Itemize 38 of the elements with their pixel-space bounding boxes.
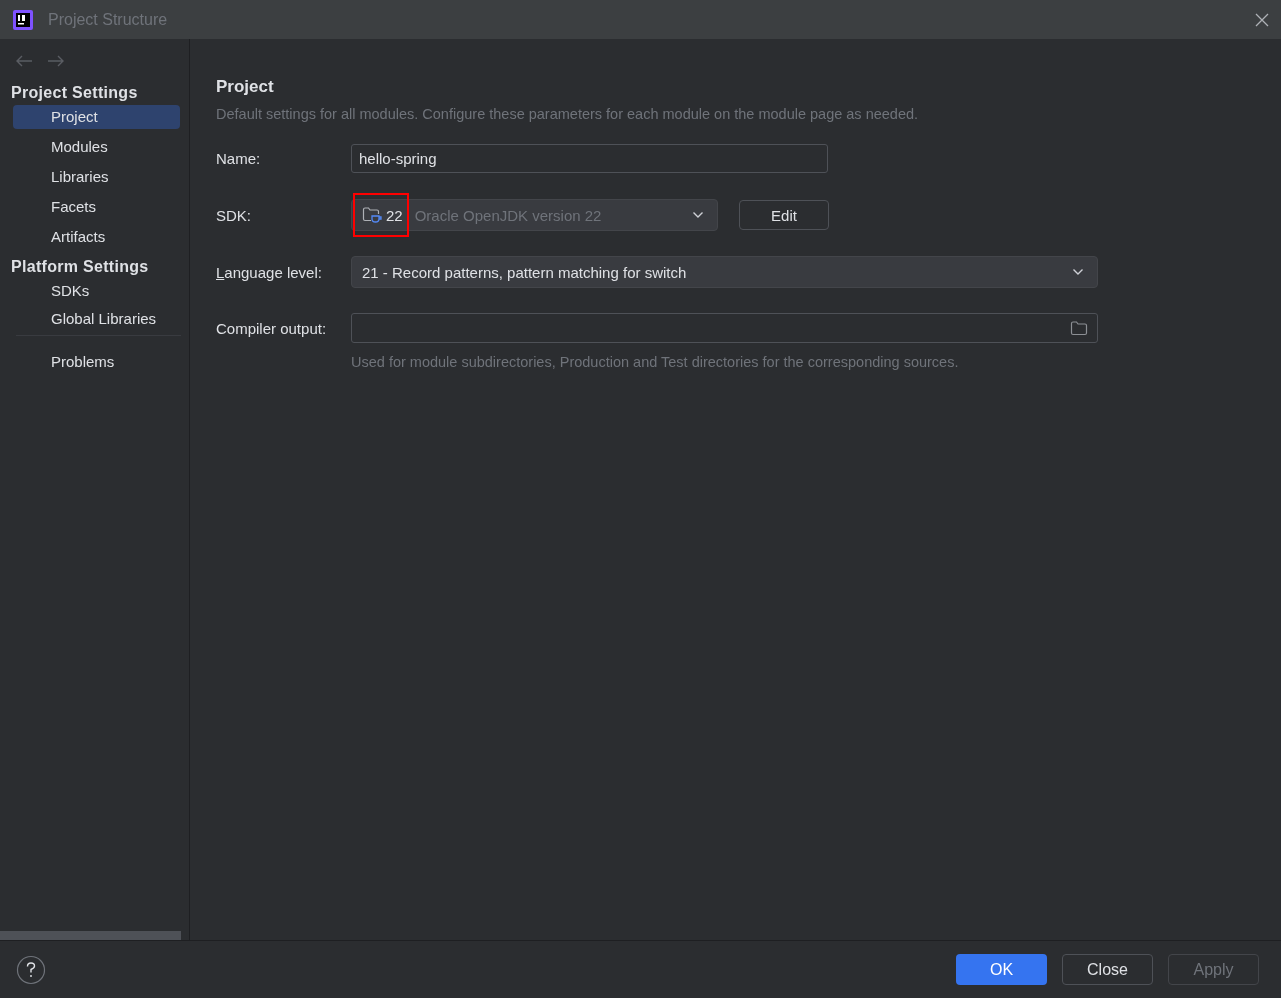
name-field[interactable]: hello-spring [351,144,828,173]
sidebar-item[interactable]: Global Libraries [13,307,180,331]
dialog-button[interactable]: Close [1062,954,1153,985]
section-header: Project Settings [10,83,139,103]
sidebar-item[interactable]: Facets [13,195,180,219]
close-icon[interactable] [1255,12,1269,27]
field-label: Compiler output: [216,319,328,337]
sdk-version: 22 [386,206,403,224]
language-level-value: 21 - Record patterns, pattern matching for switch [362,263,688,281]
page-title: Project [216,77,275,98]
edit-button[interactable]: Edit [739,200,829,230]
language-level-dropdown[interactable]: 21 - Record patterns, pattern matching for switch [351,256,1098,288]
app-logo-icon [13,9,33,30]
field-label: SDK: [216,206,252,224]
sidebar-item[interactable]: Artifacts [13,225,180,249]
sidebar-item[interactable]: Libraries [13,165,180,189]
field-label: Name: [216,150,262,167]
section-header: Platform Settings [10,257,150,277]
sidebar-item[interactable]: Problems [13,350,180,374]
chevron-down-icon [692,211,704,219]
sidebar-item[interactable]: Modules [13,135,180,159]
scrollbar[interactable] [0,931,181,940]
window-title: Project Structure [48,10,169,29]
back-arrow-icon[interactable] [15,55,33,67]
dialog-button[interactable]: OK [956,954,1047,985]
chevron-down-icon [1072,268,1084,276]
compiler-output-field[interactable] [351,313,1098,343]
forward-arrow-icon[interactable] [47,55,65,67]
sidebar-item[interactable]: SDKs [13,279,180,303]
sdk-name: Oracle OpenJDK version 22 [414,206,603,224]
sidebar-item[interactable]: Project [13,105,180,129]
page-description: Default settings for all modules. Configure these parameters for each module on the module page as needed. [216,106,920,122]
folder-icon [1070,320,1088,336]
sdk-folder-icon [362,206,382,224]
field-label: Language level: [216,263,323,281]
sdk-dropdown[interactable]: 22 Oracle OpenJDK version 22 [351,199,718,231]
help-icon[interactable] [16,954,46,985]
hint-text: Used for module subdirectories, Production and Test directories for the corresponding sources. [351,354,960,370]
